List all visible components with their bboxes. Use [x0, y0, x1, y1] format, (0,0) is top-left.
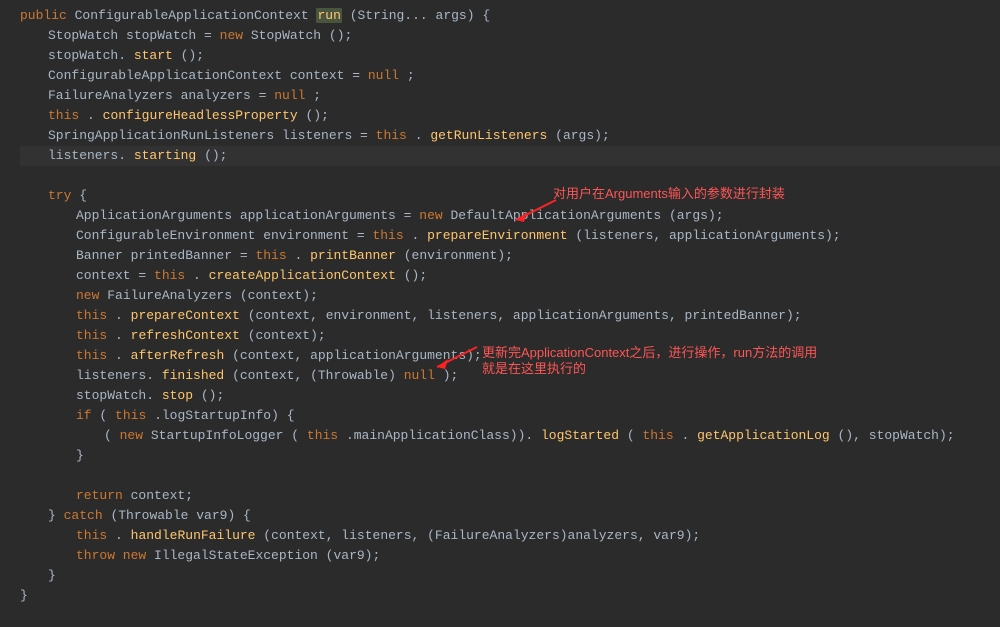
code-line [20, 166, 1000, 186]
code-line: ( new StartupInfoLogger ( this .mainAppl… [20, 426, 1000, 446]
code-line: } catch (Throwable var9) { [20, 506, 1000, 526]
code-line: StopWatch stopWatch = new StopWatch (); [20, 26, 1000, 46]
code-line: try { [20, 186, 1000, 206]
code-line: if ( this .logStartupInfo) { [20, 406, 1000, 426]
code-line: return context; [20, 486, 1000, 506]
code-line [20, 466, 1000, 486]
code-line: stopWatch. stop (); [20, 386, 1000, 406]
code-line: this . prepareContext (context, environm… [20, 306, 1000, 326]
code-line: this . afterRefresh (context, applicatio… [20, 346, 1000, 366]
code-line: ApplicationArguments applicationArgument… [20, 206, 1000, 226]
method-name-highlight: run [316, 8, 341, 23]
code-line: this . configureHeadlessProperty (); [20, 106, 1000, 126]
code-line: ConfigurableApplicationContext context =… [20, 66, 1000, 86]
code-line-highlighted: listeners. starting (); [20, 146, 1000, 166]
code-line: Banner printedBanner = this . printBanne… [20, 246, 1000, 266]
code-line: ConfigurableEnvironment environment = th… [20, 226, 1000, 246]
code-line: this . refreshContext (context); [20, 326, 1000, 346]
code-line: context = this . createApplicationContex… [20, 266, 1000, 286]
code-line: this . handleRunFailure (context, listen… [20, 526, 1000, 546]
code-line: new FailureAnalyzers (context); [20, 286, 1000, 306]
code-editor[interactable]: public ConfigurableApplicationContext ru… [0, 0, 1000, 612]
code-line: } [20, 586, 1000, 606]
code-line: } [20, 446, 1000, 466]
code-line: throw new IllegalStateException (var9); [20, 546, 1000, 566]
type: ConfigurableApplicationContext [75, 8, 309, 23]
code-line: FailureAnalyzers analyzers = null ; [20, 86, 1000, 106]
keyword: public [20, 8, 67, 23]
code-line: } [20, 566, 1000, 586]
code-line: SpringApplicationRunListeners listeners … [20, 126, 1000, 146]
code-line: public ConfigurableApplicationContext ru… [20, 6, 1000, 26]
code-line: stopWatch. start (); [20, 46, 1000, 66]
code-line: listeners. finished (context, (Throwable… [20, 366, 1000, 386]
